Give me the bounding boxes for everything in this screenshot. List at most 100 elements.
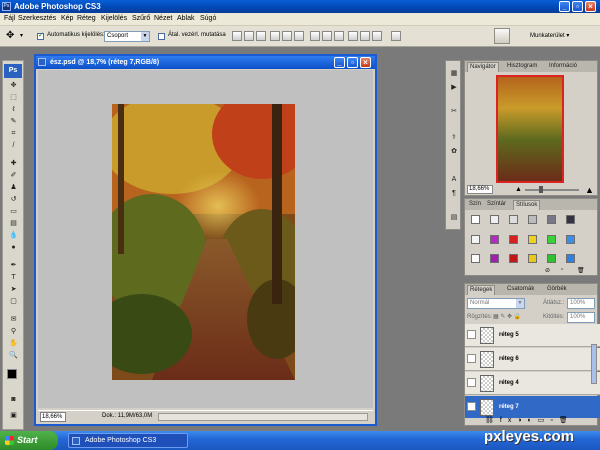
- menu-layer[interactable]: Réteg: [77, 15, 96, 22]
- quick-select-tool-icon[interactable]: ✎: [7, 117, 20, 126]
- tab-layers[interactable]: Rétegek: [467, 285, 496, 295]
- clone-source-icon[interactable]: ✿: [449, 147, 459, 156]
- layer-row[interactable]: réteg 5: [465, 324, 600, 347]
- history-brush-tool-icon[interactable]: ↺: [7, 195, 20, 204]
- brushes-palette-icon[interactable]: [494, 28, 510, 44]
- eyedropper-tool-icon[interactable]: ⚲: [7, 327, 20, 336]
- style-swatch[interactable]: [566, 215, 575, 224]
- zoom-tool-icon[interactable]: 🔍: [7, 351, 20, 360]
- style-swatch[interactable]: [528, 235, 537, 244]
- minimize-button[interactable]: _: [559, 1, 570, 12]
- zoom-in-icon[interactable]: ▲: [585, 185, 594, 195]
- align-hcenter-icon[interactable]: [282, 31, 292, 41]
- character-palette-icon[interactable]: A: [449, 175, 459, 184]
- document-canvas[interactable]: [38, 70, 373, 408]
- photoshop-logo[interactable]: Ps: [4, 64, 22, 78]
- layer-comps-icon[interactable]: ▤: [449, 213, 459, 222]
- screen-mode-icon[interactable]: ▣: [7, 411, 20, 420]
- document-horizontal-scrollbar[interactable]: [158, 413, 368, 421]
- menu-view[interactable]: Nézet: [154, 15, 172, 22]
- navigator-zoom-field[interactable]: 18,66%: [467, 185, 493, 194]
- distribute-left-icon[interactable]: [348, 31, 358, 41]
- style-swatch[interactable]: [566, 235, 575, 244]
- zoom-out-icon[interactable]: ▲: [515, 186, 522, 193]
- auto-align-icon[interactable]: [391, 31, 401, 41]
- menu-help[interactable]: Súgó: [200, 15, 216, 22]
- tool-presets-icon[interactable]: ✂: [449, 107, 459, 116]
- shape-tool-icon[interactable]: ▢: [7, 297, 20, 306]
- maximize-button[interactable]: ▫: [572, 1, 583, 12]
- menu-file[interactable]: Fájl: [4, 15, 15, 22]
- lock-icons[interactable]: ▦ ✎ ✥ 🔒: [493, 313, 521, 320]
- layer-visibility-toggle[interactable]: [467, 378, 476, 387]
- actions-palette-icon[interactable]: ▶: [449, 83, 459, 92]
- distribute-hcenter-icon[interactable]: [360, 31, 370, 41]
- style-swatch[interactable]: [547, 215, 556, 224]
- navigator-zoom-thumb[interactable]: [539, 186, 543, 193]
- crop-tool-icon[interactable]: ⌗: [7, 129, 20, 138]
- tab-swatches[interactable]: Színtár: [485, 200, 508, 210]
- navigator-thumbnail[interactable]: [496, 75, 564, 183]
- style-swatch[interactable]: [509, 235, 518, 244]
- show-transform-checkbox[interactable]: [158, 33, 165, 40]
- menu-filter[interactable]: Szűrő: [132, 15, 150, 22]
- style-swatch[interactable]: [566, 254, 575, 263]
- foreground-color-swatch[interactable]: [7, 369, 17, 379]
- blend-mode-select[interactable]: Normál ▼: [467, 298, 525, 309]
- healing-brush-tool-icon[interactable]: ✚: [7, 159, 20, 168]
- taskbar-photoshop-button[interactable]: Adobe Photoshop CS3: [68, 433, 188, 448]
- workspace-button[interactable]: Munkaterület ▾: [530, 32, 569, 39]
- style-swatch[interactable]: [490, 254, 499, 263]
- menu-edit[interactable]: Szerkesztés: [18, 15, 56, 22]
- brushes-palette-icon[interactable]: ⚕: [449, 133, 459, 142]
- history-palette-icon[interactable]: ▦: [449, 69, 459, 78]
- layers-bottom-icons[interactable]: ⛓fx◑◐▭▫🗑: [485, 416, 574, 424]
- document-maximize-button[interactable]: ▫: [347, 57, 358, 68]
- notes-tool-icon[interactable]: ✉: [7, 315, 20, 324]
- clear-style-icon[interactable]: ⊘: [545, 267, 550, 274]
- menu-image[interactable]: Kép: [61, 15, 73, 22]
- quick-mask-icon[interactable]: ◙: [7, 395, 20, 404]
- tab-histogram[interactable]: Hisztogram: [505, 62, 539, 72]
- auto-select-mode-select[interactable]: Csoport ▼: [104, 31, 150, 42]
- tab-curves[interactable]: Görbék: [545, 285, 569, 295]
- align-top-icon[interactable]: [232, 31, 242, 41]
- opacity-field[interactable]: 100%: [567, 298, 595, 309]
- align-left-icon[interactable]: [270, 31, 280, 41]
- eraser-tool-icon[interactable]: ▭: [7, 207, 20, 216]
- document-minimize-button[interactable]: _: [334, 57, 345, 68]
- style-swatch[interactable]: [528, 254, 537, 263]
- style-swatch[interactable]: [547, 235, 556, 244]
- align-bottom-icon[interactable]: [256, 31, 266, 41]
- style-swatch[interactable]: [490, 235, 499, 244]
- brush-tool-icon[interactable]: ✐: [7, 171, 20, 180]
- distribute-right-icon[interactable]: [372, 31, 382, 41]
- distribute-vcenter-icon[interactable]: [322, 31, 332, 41]
- style-swatch[interactable]: [528, 215, 537, 224]
- tab-styles[interactable]: Stílusok: [513, 200, 541, 210]
- blur-tool-icon[interactable]: 💧: [7, 231, 20, 240]
- type-tool-icon[interactable]: T: [7, 273, 20, 282]
- tab-color[interactable]: Szín: [467, 200, 483, 210]
- lasso-tool-icon[interactable]: ℓ: [7, 105, 20, 114]
- layer-visibility-toggle[interactable]: [467, 354, 476, 363]
- distribute-bottom-icon[interactable]: [334, 31, 344, 41]
- layers-scrollbar[interactable]: [591, 344, 597, 384]
- dodge-tool-icon[interactable]: ●: [7, 243, 20, 252]
- layer-visibility-toggle[interactable]: [467, 330, 476, 339]
- start-button[interactable]: Start: [0, 431, 58, 450]
- move-tool-icon[interactable]: ✥: [6, 30, 14, 41]
- menu-window[interactable]: Ablak: [177, 15, 195, 22]
- style-swatch[interactable]: [490, 215, 499, 224]
- style-swatch[interactable]: [471, 235, 480, 244]
- hand-tool-icon[interactable]: ✋: [7, 339, 20, 348]
- layer-row-selected[interactable]: réteg 7: [465, 396, 600, 418]
- delete-style-icon[interactable]: 🗑: [577, 267, 585, 274]
- tool-preset-chevron-icon[interactable]: ▾: [20, 32, 23, 39]
- auto-select-checkbox[interactable]: [37, 31, 44, 40]
- distribute-top-icon[interactable]: [310, 31, 320, 41]
- document-info[interactable]: Dok.: 11,9M/63,0M: [102, 413, 152, 419]
- layer-visibility-toggle[interactable]: [467, 402, 476, 411]
- style-swatch[interactable]: [547, 254, 556, 263]
- fill-field[interactable]: 100%: [567, 312, 595, 323]
